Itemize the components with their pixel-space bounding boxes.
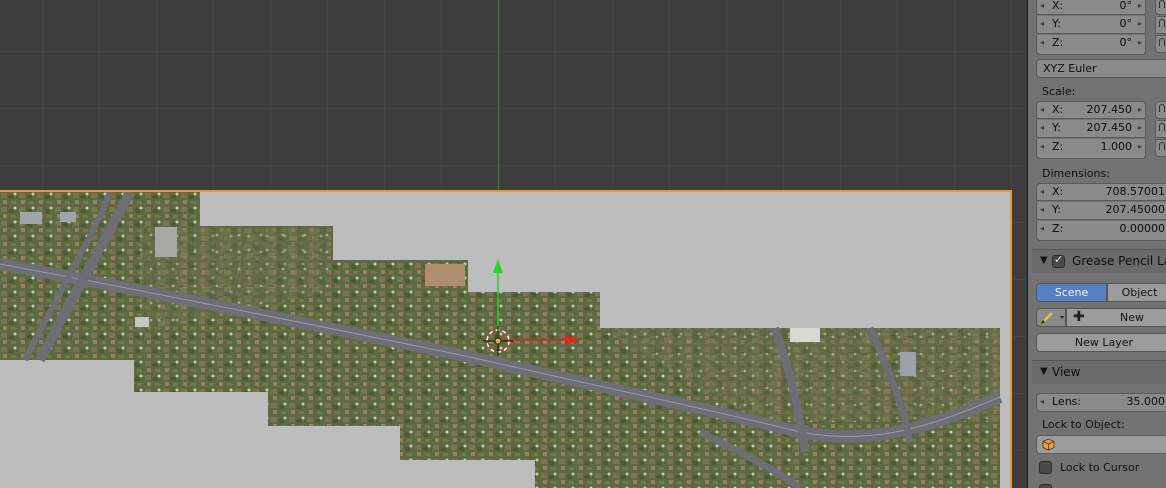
rotation-z-value: 0°	[1119, 36, 1133, 49]
increment-arrow-icon[interactable]: ▸	[1138, 16, 1142, 32]
lock-icon[interactable]	[1155, 0, 1166, 15]
dimensions-z-label: Z:	[1052, 222, 1064, 235]
dimensions-x-value: 708.57001	[1105, 185, 1166, 198]
rotation-x-value: 0°	[1119, 0, 1133, 12]
cube-icon	[1042, 438, 1055, 451]
rotation-z-label: Z:	[1052, 36, 1064, 49]
decrement-arrow-icon[interactable]: ◂	[1040, 35, 1044, 51]
3d-cursor-icon[interactable]	[483, 326, 513, 356]
grease-pencil-panel-header[interactable]: ▼ Grease Pencil Lay	[1032, 249, 1166, 273]
scale-y-field[interactable]: ◂ Y: 207.450 ▸	[1036, 120, 1146, 138]
decrement-arrow-icon[interactable]: ◂	[1040, 0, 1044, 14]
increment-arrow-icon[interactable]: ▸	[1138, 35, 1142, 51]
decrement-arrow-icon[interactable]: ◂	[1040, 202, 1044, 218]
increment-arrow-icon[interactable]: ▸	[1138, 102, 1142, 118]
rotation-y-value: 0°	[1119, 17, 1133, 30]
collapse-triangle-icon[interactable]: ▼	[1040, 255, 1048, 266]
new-label: New	[1120, 311, 1144, 324]
new-layer-button[interactable]: New Layer	[1036, 333, 1166, 352]
decrement-arrow-icon[interactable]: ◂	[1040, 120, 1044, 136]
decrement-arrow-icon[interactable]: ◂	[1040, 102, 1044, 118]
pencil-icon	[1041, 312, 1064, 324]
lens-field[interactable]: ◂ Lens: 35.000	[1036, 393, 1166, 412]
dimensions-z-value: 0.00000	[1119, 222, 1166, 235]
scale-x-label: X:	[1052, 103, 1064, 116]
scale-z-value: 1.000	[1100, 140, 1133, 153]
blender-window: ◂ X: 0° ▸ ◂ Y: 0° ▸ ◂ Z: 0° ▸ XYZ Euler …	[0, 0, 1166, 488]
scale-x-field[interactable]: ◂ X: 207.450 ▸	[1036, 101, 1146, 119]
dimensions-x-field[interactable]: ◂ X: 708.57001	[1036, 183, 1166, 201]
lock-icon[interactable]	[1155, 16, 1166, 34]
lock-to-cursor-label: Lock to Cursor	[1060, 461, 1140, 474]
increment-arrow-icon[interactable]: ▸	[1138, 139, 1142, 155]
rotation-y-field[interactable]: ◂ Y: 0° ▸	[1036, 16, 1146, 34]
rotation-z-field[interactable]: ◂ Z: 0° ▸	[1036, 35, 1146, 55]
grease-pencil-checkbox[interactable]	[1052, 253, 1065, 268]
scale-y-value: 207.450	[1086, 121, 1133, 134]
lock-to-cursor-checkbox[interactable]	[1039, 461, 1052, 474]
grease-pencil-title: Grease Pencil Lay	[1072, 254, 1166, 268]
collapse-triangle-icon[interactable]: ▼	[1040, 366, 1048, 377]
rotation-x-label: X:	[1052, 0, 1064, 12]
scale-heading: Scale:	[1042, 85, 1076, 98]
new-gpencil-button[interactable]: ✚ New	[1066, 308, 1166, 327]
increment-arrow-icon[interactable]: ▸	[1138, 120, 1142, 136]
y-axis-line	[498, 0, 499, 192]
increment-arrow-icon[interactable]: ▸	[1138, 0, 1142, 14]
lock-icon[interactable]	[1155, 35, 1166, 53]
lock-icon[interactable]	[1155, 139, 1166, 157]
decrement-arrow-icon[interactable]: ◂	[1040, 394, 1044, 410]
lock-to-object-field[interactable]	[1036, 435, 1166, 454]
pencil-selector[interactable]	[1036, 308, 1066, 327]
rotation-y-label: Y:	[1052, 17, 1061, 30]
lock-to-object-label: Lock to Object:	[1042, 418, 1125, 431]
rotation-x-field[interactable]: ◂ X: 0° ▸	[1036, 0, 1146, 15]
lens-value: 35.000	[1126, 395, 1166, 408]
lock-icon[interactable]	[1155, 101, 1166, 119]
gizmo-y-arrow	[493, 259, 503, 273]
dimensions-y-value: 207.45000	[1105, 203, 1166, 216]
decrement-arrow-icon[interactable]: ◂	[1040, 16, 1044, 32]
scale-z-field[interactable]: ◂ Z: 1.000 ▸	[1036, 139, 1146, 159]
lock-icon[interactable]	[1155, 120, 1166, 138]
tab-scene[interactable]: Scene	[1036, 283, 1107, 302]
rotation-mode-value: XYZ Euler	[1043, 62, 1097, 75]
tab-object[interactable]: Object	[1107, 283, 1166, 302]
decrement-arrow-icon[interactable]: ◂	[1040, 139, 1044, 155]
gizmo-x-arrow	[565, 335, 580, 345]
view-title: View	[1052, 365, 1081, 379]
dimensions-y-field[interactable]: ◂ Y: 207.45000	[1036, 202, 1166, 220]
3d-viewport[interactable]	[0, 0, 1027, 488]
view-panel-header[interactable]: ▼ View	[1032, 360, 1166, 384]
dimensions-x-label: X:	[1052, 185, 1064, 198]
dimensions-heading: Dimensions:	[1042, 167, 1110, 180]
next-option-checkbox[interactable]	[1039, 484, 1052, 488]
scale-y-label: Y:	[1052, 121, 1061, 134]
plus-icon: ✚	[1073, 309, 1085, 325]
decrement-arrow-icon[interactable]: ◂	[1040, 221, 1044, 237]
dimensions-z-field[interactable]: ◂ Z: 0.00000	[1036, 221, 1166, 241]
scale-x-value: 207.450	[1086, 103, 1133, 116]
lens-label: Lens:	[1052, 395, 1082, 408]
rotation-mode-dropdown[interactable]: XYZ Euler	[1036, 59, 1166, 78]
decrement-arrow-icon[interactable]: ◂	[1040, 184, 1044, 200]
dimensions-y-label: Y:	[1052, 203, 1061, 216]
scale-z-label: Z:	[1052, 140, 1064, 153]
